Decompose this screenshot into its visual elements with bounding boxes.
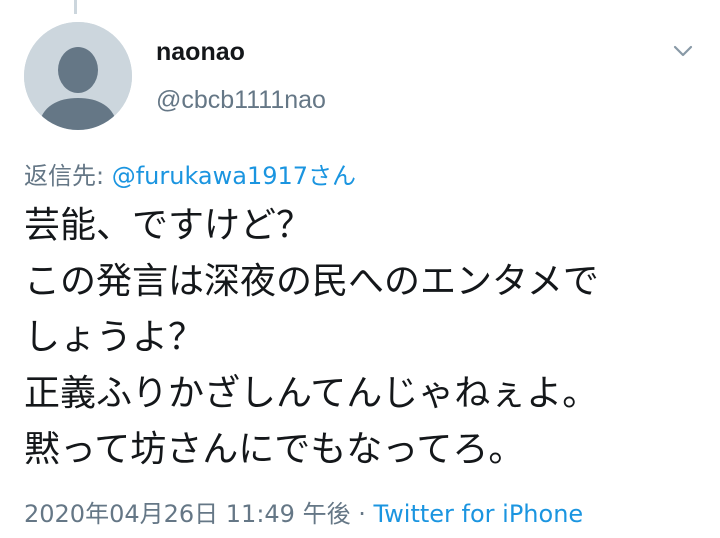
tweet-text-line: 芸能、ですけど？	[24, 205, 313, 246]
tweet-text-line: 黙って坊さんにでもなってろ。	[24, 429, 525, 470]
tweet-meta: 2020年04月26日 11:49 午後 · Twitter for iPhon…	[24, 494, 583, 529]
tweet-timestamp[interactable]: 2020年04月26日 11:49 午後	[24, 500, 351, 528]
avatar[interactable]	[24, 22, 132, 130]
default-avatar-icon	[24, 22, 132, 130]
reply-mention-link[interactable]: @furukawa1917さん	[112, 162, 356, 190]
tweet-text-line: 正義ふりかざしんてんじゃねぇよ。	[24, 373, 599, 414]
reply-to-line: 返信先: @furukawa1917さん	[24, 156, 356, 191]
tweet-card: naonao @cbcb1111nao 返信先: @furukawa1917さん…	[0, 0, 720, 538]
tweet-source-link[interactable]: Twitter for iPhone	[373, 500, 583, 528]
meta-separator: ·	[350, 500, 374, 528]
tweet-text: 芸能、ですけど？ この発言は深夜の民へのエンタメで しょうよ？ 正義ふりかざしん…	[24, 198, 704, 478]
chevron-down-icon[interactable]	[672, 40, 694, 62]
user-handle[interactable]: @cbcb1111nao	[156, 86, 326, 115]
reply-to-label: 返信先:	[24, 162, 112, 190]
tweet-text-line: この発言は深夜の民へのエンタメで	[24, 261, 599, 302]
tweet-text-line: しょうよ？	[24, 317, 205, 358]
thread-connector-line	[74, 0, 77, 14]
user-display-name[interactable]: naonao	[156, 38, 245, 67]
